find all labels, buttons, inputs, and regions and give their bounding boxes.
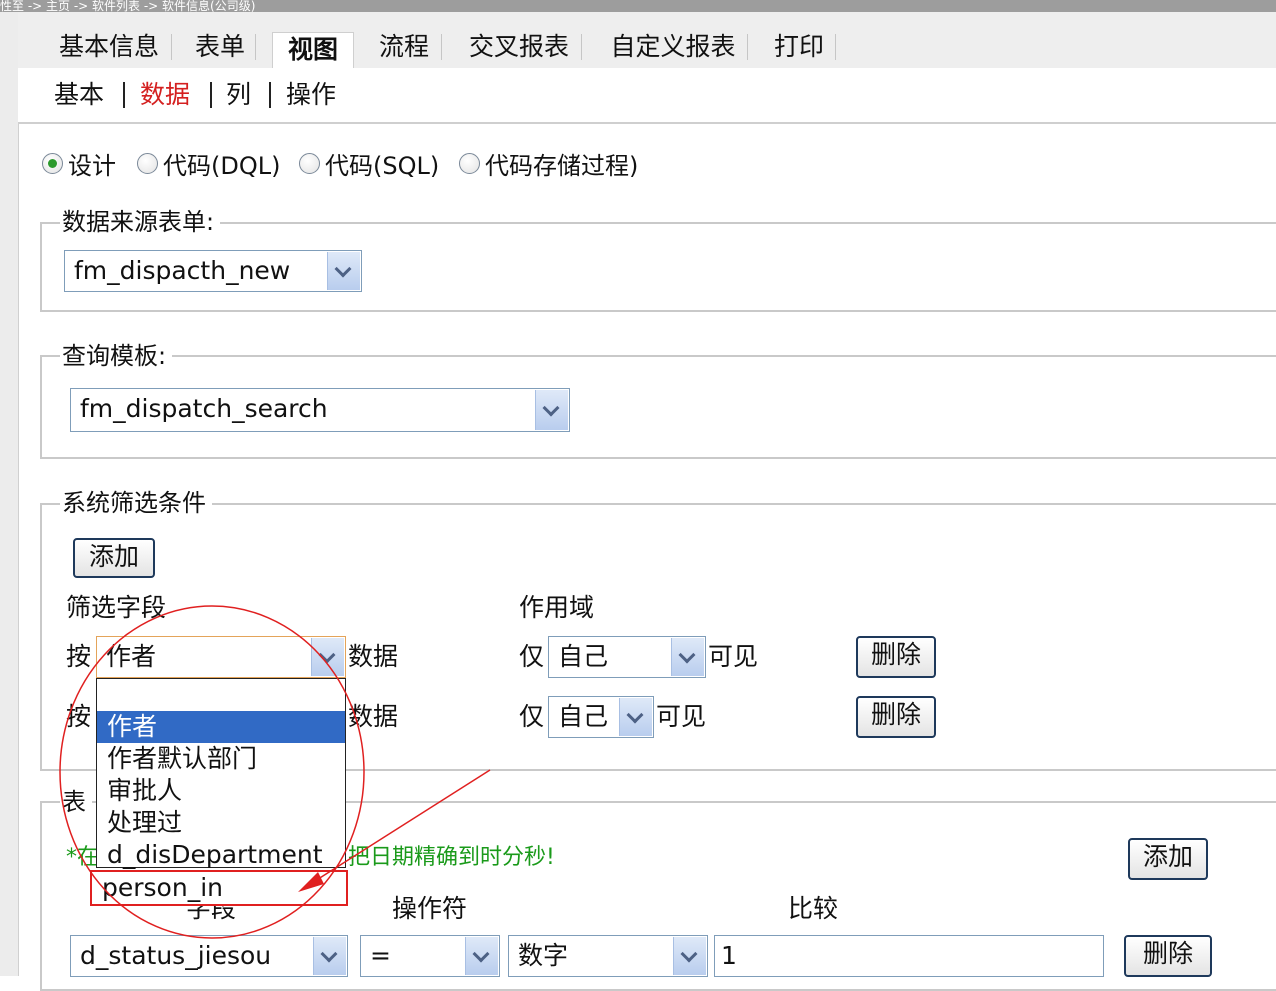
query-template-legend: 查询模板: bbox=[60, 341, 173, 371]
scope-prefix: 仅 bbox=[519, 642, 545, 671]
filter-field-value: 作者 bbox=[106, 642, 157, 671]
form-filter-legend: 表 bbox=[60, 787, 92, 817]
filter-row-prefix: 按 bbox=[66, 642, 92, 671]
window-title-bar: 性至 -> 主页 -> 软件列表 -> 软件信息(公司级) bbox=[0, 0, 1276, 12]
radio-code-dql-label: 代码(DQL) bbox=[163, 152, 281, 180]
filter-delete-button[interactable]: 删除 bbox=[856, 696, 936, 738]
dropdown-option-processed[interactable]: 处理过 bbox=[97, 807, 345, 839]
chevron-down-icon bbox=[313, 937, 346, 975]
scope-suffix: 可见 bbox=[708, 642, 759, 671]
operator-select[interactable]: = bbox=[360, 935, 500, 977]
dropdown-option-approver[interactable]: 审批人 bbox=[97, 775, 345, 807]
scope-select[interactable]: 自己 bbox=[548, 636, 706, 678]
subtab-data[interactable]: 数据 bbox=[140, 80, 190, 110]
filter-field-select[interactable]: 作者 bbox=[96, 636, 346, 678]
scope-value: 自己 bbox=[558, 642, 609, 671]
filter-delete-button[interactable]: 删除 bbox=[856, 636, 936, 678]
filter-row-prefix: 按 bbox=[66, 702, 92, 731]
dropdown-option-author-dept[interactable]: 作者默认部门 bbox=[97, 743, 345, 775]
value-type-value: 数字 bbox=[518, 941, 569, 970]
form-compare-header: 比较 bbox=[788, 894, 839, 923]
form-field-value: d_status_jiesou bbox=[80, 941, 272, 970]
query-template-select[interactable]: fm_dispatch_search bbox=[70, 388, 570, 432]
subtab-columns[interactable]: 列 bbox=[226, 80, 251, 110]
system-filter-legend: 系统筛选条件 bbox=[60, 488, 212, 518]
subnav-divider bbox=[123, 82, 125, 108]
filter-field-header: 筛选字段 bbox=[66, 593, 167, 622]
radio-code-procedure[interactable] bbox=[459, 153, 480, 174]
chevron-down-icon bbox=[673, 937, 706, 975]
sub-nav: 基本 数据 列 操作 bbox=[18, 68, 1276, 124]
compare-value-input[interactable]: 1 bbox=[714, 935, 1104, 977]
data-source-select[interactable]: fm_dispacth_new bbox=[64, 250, 362, 292]
radio-design[interactable] bbox=[42, 153, 63, 174]
chevron-down-icon bbox=[535, 390, 568, 430]
subnav-divider bbox=[210, 82, 212, 108]
filter-field-dropdown-list: 作者 作者默认部门 审批人 处理过 d_disDepartment bbox=[96, 678, 346, 871]
left-frame-strip bbox=[0, 12, 19, 976]
subtab-actions[interactable]: 操作 bbox=[286, 80, 336, 110]
dropdown-option-empty[interactable] bbox=[97, 679, 345, 711]
form-filter-delete-button[interactable]: 删除 bbox=[1124, 935, 1212, 977]
subtab-basic[interactable]: 基本 bbox=[54, 80, 104, 110]
chevron-down-icon bbox=[311, 638, 344, 676]
form-filter-add-button[interactable]: 添加 bbox=[1128, 838, 1208, 880]
query-template-value: fm_dispatch_search bbox=[80, 394, 328, 423]
scope-select[interactable]: 自己 bbox=[548, 696, 654, 738]
chevron-down-icon bbox=[671, 638, 704, 676]
form-filter-note: 把日期精确到时分秒! bbox=[348, 845, 555, 870]
window-title: 性至 -> 主页 -> 软件列表 -> 软件信息(公司级) bbox=[0, 0, 256, 12]
main-tab-bar: 基本信息 表单 视图 流程 交叉报表 自定义报表 打印 bbox=[18, 12, 1276, 81]
radio-code-sql[interactable] bbox=[299, 153, 320, 174]
data-source-value: fm_dispacth_new bbox=[74, 256, 291, 285]
filter-row-suffix: 数据 bbox=[348, 642, 399, 671]
chevron-down-icon bbox=[465, 937, 498, 975]
dropdown-option-disdepartment[interactable]: d_disDepartment bbox=[97, 839, 345, 871]
scope-prefix: 仅 bbox=[519, 702, 545, 731]
system-filter-add-button[interactable]: 添加 bbox=[73, 538, 155, 578]
compare-value: 1 bbox=[721, 941, 737, 970]
dropdown-option-author[interactable]: 作者 bbox=[97, 711, 345, 743]
radio-code-dql[interactable] bbox=[137, 153, 158, 174]
filter-scope-header: 作用域 bbox=[519, 593, 595, 622]
radio-code-procedure-label: 代码存储过程) bbox=[485, 152, 639, 180]
operator-value: = bbox=[370, 941, 391, 970]
dropdown-option-person-in[interactable]: person_in bbox=[90, 870, 348, 906]
chevron-down-icon bbox=[619, 698, 652, 736]
radio-design-label: 设计 bbox=[68, 152, 116, 180]
value-type-select[interactable]: 数字 bbox=[508, 935, 708, 977]
filter-row-suffix: 数据 bbox=[348, 702, 399, 731]
radio-code-sql-label: 代码(SQL) bbox=[325, 152, 440, 180]
data-source-legend: 数据来源表单: bbox=[60, 207, 221, 237]
chevron-down-icon bbox=[327, 252, 360, 290]
scope-value: 自己 bbox=[558, 702, 609, 731]
form-operator-header: 操作符 bbox=[392, 894, 468, 923]
subnav-divider bbox=[269, 82, 271, 108]
scope-suffix: 可见 bbox=[656, 702, 707, 731]
form-field-select[interactable]: d_status_jiesou bbox=[70, 935, 348, 977]
